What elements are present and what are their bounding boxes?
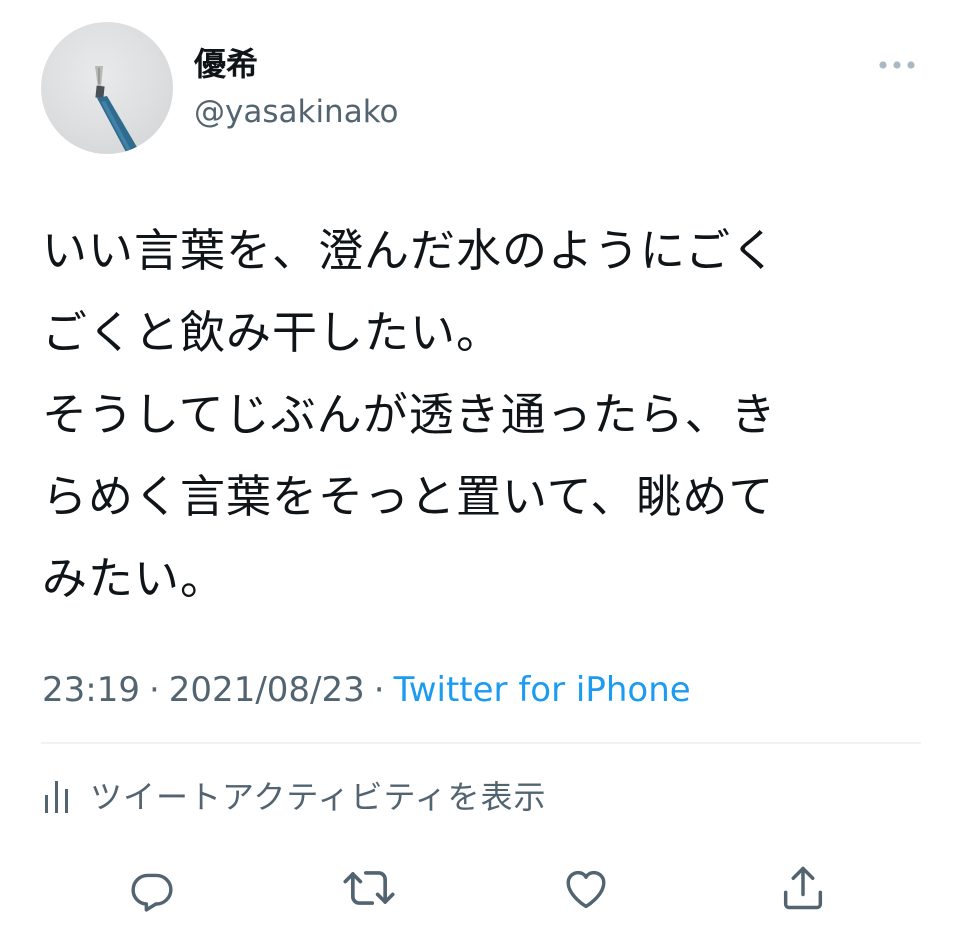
like-button[interactable] bbox=[558, 860, 614, 916]
tweet-activity-label: ツイートアクティビティを表示 bbox=[90, 778, 547, 816]
meta-separator: · bbox=[373, 670, 385, 710]
tweet-meta: 23:19 · 2021/08/23 · Twitter for iPhone bbox=[42, 666, 691, 714]
heart-icon bbox=[566, 870, 606, 909]
tweet-text-line: みたい。 bbox=[42, 552, 227, 605]
more-options-button[interactable] bbox=[872, 50, 922, 80]
tweet-text-line: そうしてじぶんが透き通ったら、き bbox=[42, 388, 777, 441]
bar-chart-icon bbox=[45, 781, 68, 813]
tweet-date[interactable]: 2021/08/23 bbox=[169, 670, 365, 710]
retweet-button[interactable] bbox=[341, 860, 397, 916]
meta-separator: · bbox=[148, 670, 160, 710]
share-button[interactable] bbox=[775, 860, 831, 916]
more-icon bbox=[879, 61, 915, 69]
tweet-text-line: らめく言葉をそっと置いて、眺めて bbox=[42, 470, 775, 523]
tweet-text-line: ごくと飲み干したい。 bbox=[42, 306, 503, 359]
fountain-pen-icon bbox=[95, 66, 141, 154]
tweet-text: いい言葉を、澄んだ水のようにごく ごくと飲み干したい。 そうしてじぶんが透き通っ… bbox=[42, 210, 922, 620]
display-name[interactable]: 優希 bbox=[194, 42, 258, 86]
tweet-source-link[interactable]: Twitter for iPhone bbox=[394, 670, 691, 710]
retweet-icon bbox=[343, 871, 395, 905]
reply-button[interactable] bbox=[124, 860, 180, 916]
tweet-text-line: いい言葉を、澄んだ水のようにごく bbox=[42, 224, 778, 277]
tweet-time[interactable]: 23:19 bbox=[42, 670, 140, 710]
share-icon bbox=[783, 866, 823, 910]
tweet-detail: 優希 @yasakinako いい言葉を、澄んだ水のようにごく ごくと飲み干した… bbox=[0, 0, 960, 946]
tweet-activity-link[interactable]: ツイートアクティビティを表示 bbox=[42, 770, 547, 820]
reply-icon bbox=[131, 873, 173, 912]
avatar[interactable] bbox=[41, 22, 173, 154]
user-handle[interactable]: @yasakinako bbox=[194, 90, 399, 134]
divider bbox=[41, 742, 921, 744]
